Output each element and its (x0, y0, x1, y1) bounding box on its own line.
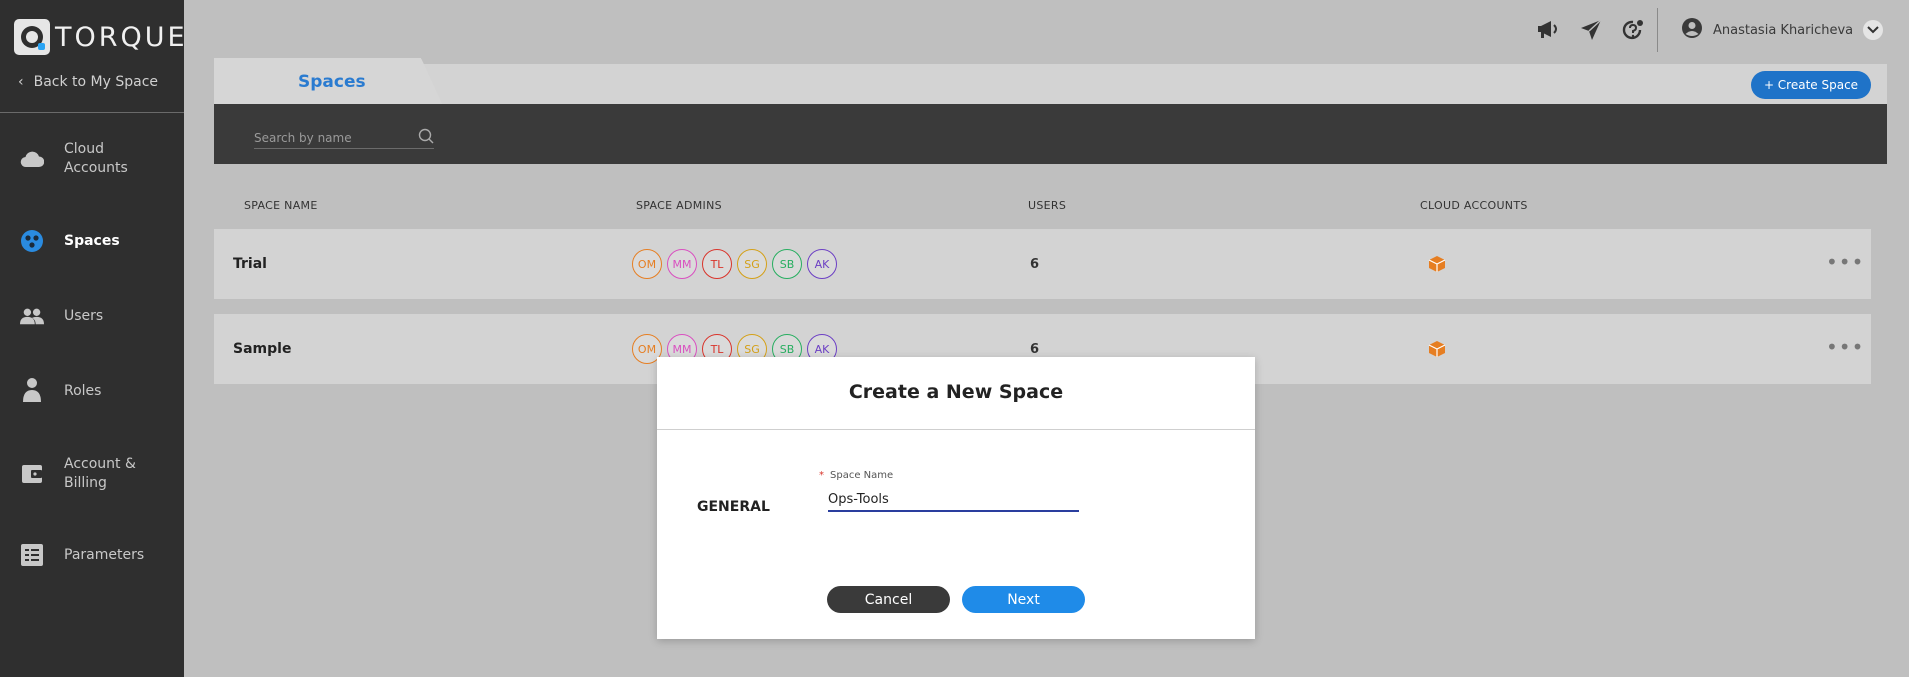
column-header-users[interactable]: USERS (1028, 199, 1066, 212)
sidebar-item-label: Parameters (64, 547, 145, 563)
sidebar-item-roles[interactable]: Roles (0, 378, 184, 404)
row-more-menu[interactable]: ••• (1826, 335, 1864, 359)
avatar[interactable]: AK (807, 249, 837, 279)
sidebar-item-cloud-accounts[interactable]: Cloud Accounts (0, 139, 184, 179)
sidebar-item-label: Users (64, 308, 104, 324)
sidebar-item-label: Account & Billing (64, 456, 136, 491)
user-avatar-icon (1681, 17, 1703, 43)
search-icon[interactable] (418, 128, 436, 146)
back-to-my-space-link[interactable]: ‹ Back to My Space (18, 74, 158, 90)
space-name-label: * Space Name (819, 470, 893, 481)
column-header-space-name[interactable]: SPACE NAME (244, 199, 318, 212)
megaphone-icon[interactable] (1535, 16, 1563, 44)
space-name-input[interactable] (828, 488, 1079, 512)
cloud-icon (20, 147, 44, 171)
user-name: Anastasia Kharicheva (1713, 22, 1854, 38)
sidebar-item-spaces[interactable]: Spaces (0, 229, 184, 253)
space-name[interactable]: Trial (233, 256, 267, 272)
column-header-space-admins[interactable]: SPACE ADMINS (636, 199, 722, 212)
dialog-title: Create a New Space (848, 381, 1064, 403)
avatar[interactable]: MM (667, 249, 697, 279)
back-link-label: Back to My Space (33, 74, 159, 90)
dialog-divider (657, 429, 1255, 430)
space-admins: OM MM TL SG SB AK (632, 249, 837, 279)
header-separator (1657, 8, 1658, 52)
paper-plane-icon[interactable] (1577, 16, 1605, 44)
tab-spaces-label[interactable]: Spaces (298, 72, 366, 92)
sidebar-item-account-billing[interactable]: Account & Billing (0, 454, 184, 494)
avatar[interactable]: OM (632, 249, 662, 279)
sidebar-item-label: Spaces (64, 233, 120, 249)
search-input[interactable] (254, 127, 434, 149)
sidebar-item-label: Roles (64, 383, 102, 399)
torque-logo[interactable]: TORQUE (14, 19, 188, 55)
sidebar-item-users[interactable]: Users (0, 304, 184, 328)
cloud-account-box-icon[interactable] (1428, 340, 1446, 358)
torque-logo-icon (14, 19, 50, 55)
avatar[interactable]: SG (737, 249, 767, 279)
field-label-text: Space Name (830, 470, 894, 481)
header-icons (1535, 16, 1647, 44)
help-refresh-icon[interactable] (1619, 16, 1647, 44)
space-name[interactable]: Sample (233, 341, 291, 357)
create-space-dialog: Create a New Space GENERAL * Space Name C… (657, 357, 1255, 639)
users-count: 6 (1030, 342, 1040, 357)
user-menu[interactable]: Anastasia Kharicheva (1681, 17, 1884, 43)
create-space-button[interactable]: + Create Space (1751, 71, 1871, 99)
users-count: 6 (1030, 257, 1040, 272)
parameters-icon (20, 543, 44, 567)
table-row[interactable] (214, 229, 1871, 299)
tab-bar (214, 64, 1887, 104)
billing-icon (20, 462, 44, 486)
search-toolbar (214, 104, 1887, 164)
logo-text: TORQUE (55, 21, 188, 53)
cloud-account-box-icon[interactable] (1428, 255, 1446, 273)
required-marker: * (819, 470, 824, 481)
users-icon (20, 304, 44, 328)
sidebar-item-parameters[interactable]: Parameters (0, 543, 184, 567)
chevron-down-icon[interactable] (1863, 20, 1884, 40)
next-button[interactable]: Next (962, 586, 1085, 613)
roles-icon (20, 378, 44, 402)
spaces-icon (20, 229, 44, 253)
section-general-label: GENERAL (697, 499, 770, 515)
avatar[interactable]: TL (702, 249, 732, 279)
avatar[interactable]: SB (772, 249, 802, 279)
sidebar-item-label: Cloud Accounts (64, 141, 128, 176)
row-more-menu[interactable]: ••• (1826, 250, 1864, 274)
column-header-cloud-accounts[interactable]: CLOUD ACCOUNTS (1420, 199, 1528, 212)
chevron-left-icon: ‹ (18, 74, 24, 90)
sidebar-divider (0, 112, 184, 113)
sidebar: TORQUE ‹ Back to My Space Cloud Accounts… (0, 0, 185, 677)
cancel-button[interactable]: Cancel (827, 586, 950, 613)
